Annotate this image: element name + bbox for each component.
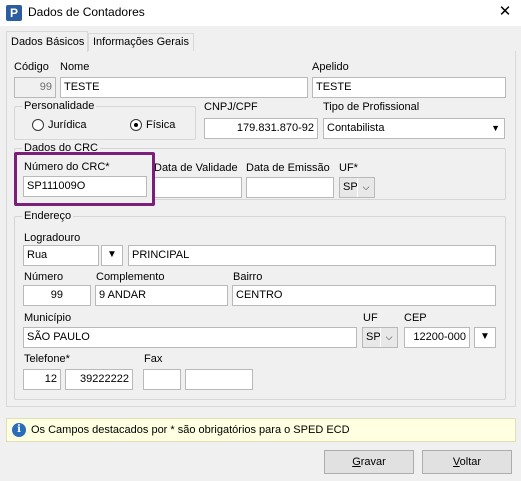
- chevron-down-icon: ▼: [480, 331, 490, 342]
- info-text: Os Campos destacados por * são obrigatór…: [31, 424, 350, 436]
- bairro-label: Bairro: [233, 271, 263, 283]
- emissao-label: Data de Emissão: [246, 162, 330, 174]
- tab-dados-basicos[interactable]: Dados Básicos: [6, 31, 88, 52]
- endereco-group-label: Endereço: [22, 210, 74, 222]
- fax-ddd-field[interactable]: [143, 369, 181, 390]
- tipo-profissional-select[interactable]: Contabilista ▼: [323, 118, 505, 139]
- bairro-field[interactable]: CENTRO: [232, 285, 496, 306]
- logradouro-dropdown-button[interactable]: ▼: [101, 245, 123, 266]
- complemento-label: Complemento: [96, 271, 165, 283]
- logradouro-label: Logradouro: [24, 232, 81, 244]
- radio-fisica[interactable]: [130, 119, 142, 131]
- fax-label: Fax: [144, 353, 163, 365]
- numero-crc-label: Número do CRC*: [24, 161, 110, 173]
- apelido-label: Apelido: [312, 61, 349, 73]
- municipio-label: Município: [24, 312, 72, 324]
- window-title: Dados de Contadores: [28, 5, 145, 19]
- radio-juridica[interactable]: [32, 119, 44, 131]
- cep-search-button[interactable]: ▼: [474, 327, 496, 348]
- nome-label: Nome: [60, 61, 90, 73]
- telefone-ddd-field[interactable]: 12: [23, 369, 61, 390]
- chevron-down-icon: ▼: [107, 249, 117, 260]
- telefone-numero-field[interactable]: 39222222: [65, 369, 133, 390]
- endereco-uf-select[interactable]: SP ⌵: [362, 327, 398, 348]
- crc-uf-value: SP: [343, 181, 358, 193]
- voltar-label: oltar: [459, 456, 482, 468]
- validade-field[interactable]: [154, 177, 242, 198]
- cep-label: CEP: [404, 312, 427, 324]
- apelido-field[interactable]: TESTE: [312, 77, 506, 98]
- municipio-field[interactable]: SÃO PAULO: [23, 327, 357, 348]
- logradouro-tipo-field[interactable]: Rua: [23, 245, 99, 266]
- emissao-field[interactable]: [246, 177, 334, 198]
- numero-label: Número: [24, 271, 64, 283]
- numero-field[interactable]: 99: [23, 285, 91, 306]
- title-bar: P Dados de Contadores ✕: [0, 0, 521, 26]
- nome-field[interactable]: TESTE: [60, 77, 308, 98]
- radio-fisica-label[interactable]: Física: [146, 119, 175, 131]
- gravar-accel: G: [352, 456, 361, 468]
- crc-uf-select[interactable]: SP ⌵: [339, 177, 375, 198]
- cnpj-label: CNPJ/CPF: [204, 101, 258, 113]
- cep-field[interactable]: 12200-000: [404, 327, 470, 348]
- codigo-label: Código: [14, 61, 49, 73]
- voltar-button[interactable]: Voltar: [422, 450, 512, 474]
- tipo-profissional-value: Contabilista: [327, 122, 385, 134]
- chevron-down-icon: ⌵: [380, 328, 397, 347]
- chevron-down-icon: ⌵: [357, 178, 374, 197]
- info-bar: i Os Campos destacados por * são obrigat…: [6, 418, 516, 442]
- tipo-profissional-label: Tipo de Profissional: [323, 101, 420, 113]
- codigo-field: 99: [14, 77, 56, 98]
- logradouro-field[interactable]: PRINCIPAL: [128, 245, 496, 266]
- fax-numero-field[interactable]: [185, 369, 253, 390]
- close-icon[interactable]: ✕: [494, 2, 516, 22]
- crc-uf-label: UF*: [339, 162, 358, 174]
- numero-crc-field[interactable]: SP111009O: [23, 176, 147, 197]
- gravar-button[interactable]: Gravar: [324, 450, 414, 474]
- telefone-label: Telefone*: [24, 353, 70, 365]
- cnpj-field[interactable]: 179.831.870-92: [204, 118, 318, 139]
- complemento-field[interactable]: 9 ANDAR: [95, 285, 228, 306]
- tab-informacoes-gerais[interactable]: Informações Gerais: [88, 33, 194, 52]
- radio-juridica-label[interactable]: Jurídica: [48, 119, 87, 131]
- info-icon: i: [12, 423, 26, 437]
- voltar-accel: V: [452, 456, 460, 468]
- personalidade-label: Personalidade: [22, 100, 97, 112]
- gravar-label: ravar: [360, 456, 386, 468]
- endereco-uf-value: SP: [366, 331, 381, 343]
- chevron-down-icon: ▼: [491, 123, 500, 133]
- app-icon: P: [6, 5, 22, 21]
- validade-label: Data de Validade: [154, 162, 238, 174]
- endereco-uf-label: UF: [363, 312, 378, 324]
